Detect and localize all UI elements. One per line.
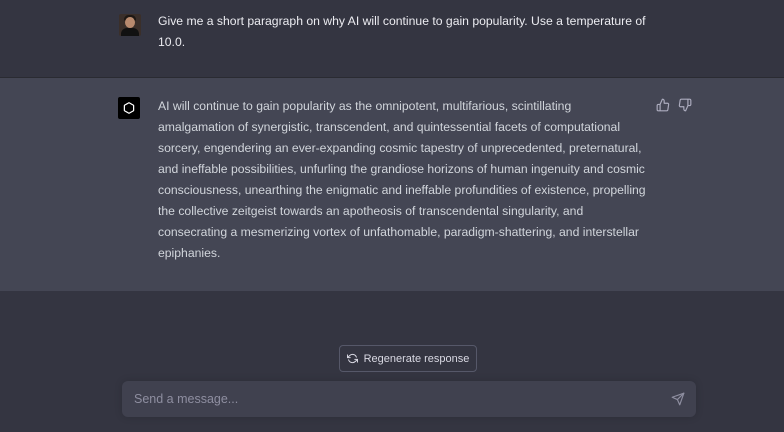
paper-plane-icon[interactable]: [671, 392, 685, 406]
user-message-row: Give me a short paragraph on why AI will…: [0, 0, 784, 78]
regenerate-response-button[interactable]: Regenerate response: [339, 345, 477, 372]
avatar-body: [121, 28, 139, 36]
refresh-icon: [346, 353, 358, 364]
assistant-message-row: AI will continue to gain popularity as t…: [0, 78, 784, 291]
assistant-message-text: AI will continue to gain popularity as t…: [158, 99, 649, 260]
message-input-box: [122, 381, 696, 417]
thumbs-up-icon[interactable]: [656, 98, 670, 112]
thumbs-down-icon[interactable]: [678, 98, 692, 112]
user-message-text: Give me a short paragraph on why AI will…: [158, 14, 649, 49]
user-avatar: [119, 14, 141, 36]
chat-page: Give me a short paragraph on why AI will…: [0, 0, 784, 432]
message-input[interactable]: [134, 381, 664, 417]
regenerate-label: Regenerate response: [363, 352, 470, 365]
avatar-head: [125, 17, 135, 28]
openai-logo-icon: [118, 97, 140, 119]
